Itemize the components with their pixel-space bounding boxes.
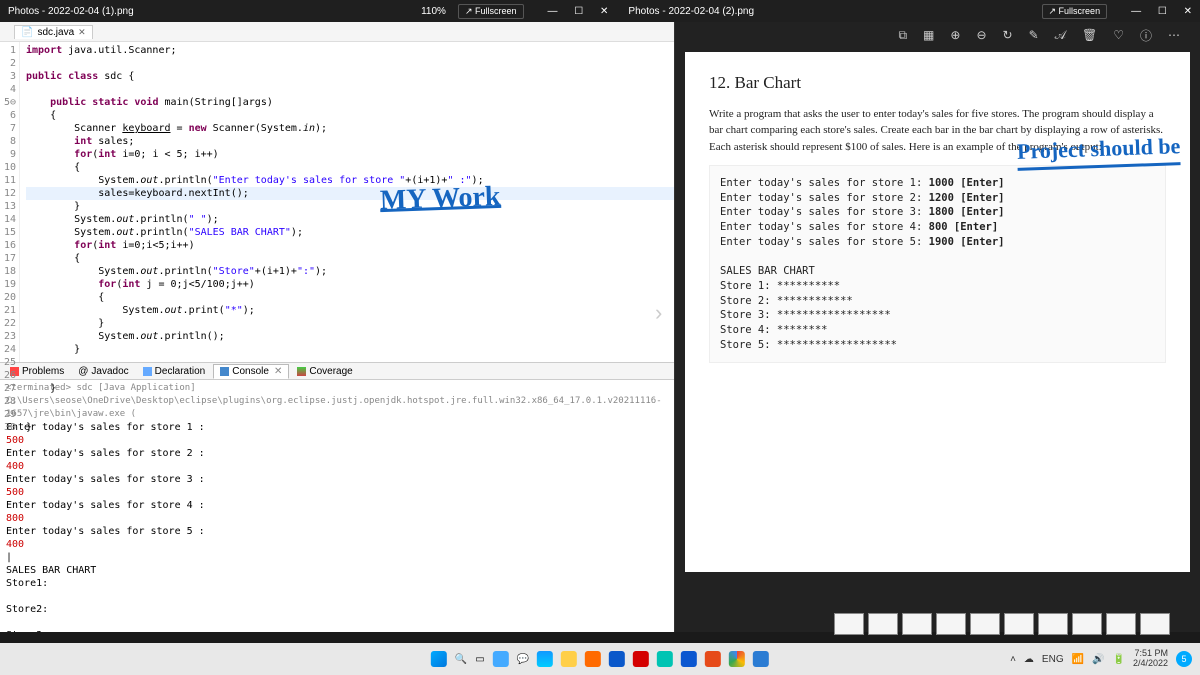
window-controls-right: — ☐ ✕ <box>1117 6 1192 17</box>
compare-icon[interactable]: ⧉ <box>898 28 907 43</box>
taskbar-center: 🔍 ▭ 💬 <box>431 651 769 667</box>
draw-icon[interactable]: 𝒜 <box>1055 28 1066 43</box>
minimize-icon[interactable]: — <box>1131 6 1141 17</box>
minimize-icon[interactable]: — <box>548 6 558 17</box>
app-icon[interactable] <box>657 651 673 667</box>
app-icon[interactable] <box>681 651 697 667</box>
photos-right-pane: ⧉ ▦ ⊕ ⊖ ↻ ✎ 𝒜 🗑 ♡ ⓘ ⋯ 12. Bar Chart Writ… <box>675 22 1200 632</box>
maximize-icon[interactable]: ☐ <box>574 6 583 17</box>
chevron-up-icon[interactable]: ˄ <box>1010 654 1016 665</box>
system-tray: ˄ ☁ ENG 📶 🔊 🔋 7:51 PM 2/4/2022 5 <box>1010 649 1192 669</box>
thumbnail[interactable] <box>1072 613 1102 635</box>
thumbnail[interactable] <box>868 613 898 635</box>
notification-badge[interactable]: 5 <box>1176 651 1192 667</box>
left-window-title: Photos - 2022-02-04 (1).png <box>8 6 134 17</box>
taskview-icon[interactable]: ▭ <box>475 654 484 665</box>
battery-icon[interactable]: 🔋 <box>1113 654 1125 665</box>
thumbnail[interactable] <box>1106 613 1136 635</box>
office-icon[interactable] <box>705 651 721 667</box>
code-area[interactable]: 12345⊖6789101112131415161718192021222324… <box>0 42 674 362</box>
filmstrip <box>834 613 1170 635</box>
explorer-icon[interactable] <box>561 651 577 667</box>
zoom-in-icon[interactable]: ⊕ <box>950 28 960 42</box>
thumbnail[interactable] <box>902 613 932 635</box>
editor-tabbar: 📄 sdc.java ✕ <box>0 22 674 42</box>
photos-toolbar: ⧉ ▦ ⊕ ⊖ ↻ ✎ 𝒜 🗑 ♡ ⓘ ⋯ <box>675 22 1200 48</box>
onedrive-icon[interactable]: ☁ <box>1024 654 1034 665</box>
wifi-icon[interactable]: 📶 <box>1072 654 1084 665</box>
thumbnail[interactable] <box>1038 613 1068 635</box>
chrome-icon[interactable] <box>729 651 745 667</box>
source-code[interactable]: import java.util.Scanner; public class s… <box>20 42 674 362</box>
fullscreen-button[interactable]: ↗ Fullscreen <box>458 4 524 19</box>
problem-heading: 12. Bar Chart <box>709 70 1166 96</box>
thumbnail[interactable] <box>1140 613 1170 635</box>
example-output-box: Enter today's sales for store 1: 1000 [E… <box>709 165 1166 363</box>
next-photo-arrow[interactable]: › <box>655 300 662 326</box>
search-icon[interactable]: 🔍 <box>455 654 467 665</box>
clock[interactable]: 7:51 PM 2/4/2022 <box>1133 649 1168 669</box>
info-icon[interactable]: ⓘ <box>1140 27 1152 44</box>
handwriting-project: Project should be <box>1016 129 1181 171</box>
lang-indicator[interactable]: ENG <box>1042 654 1064 665</box>
java-file-icon: 📄 <box>21 27 33 38</box>
photos-icon[interactable] <box>753 651 769 667</box>
thumbnail[interactable] <box>936 613 966 635</box>
maximize-icon[interactable]: ☐ <box>1158 6 1167 17</box>
left-titlebar: Photos - 2022-02-04 (1).png 110% ↗ Fulls… <box>0 0 1200 22</box>
rotate-icon[interactable]: ↻ <box>1003 28 1013 42</box>
start-icon[interactable] <box>431 651 447 667</box>
window-controls: — ☐ ✕ <box>534 6 609 17</box>
windows-taskbar: 🔍 ▭ 💬 ˄ ☁ ENG 📶 🔊 🔋 7:51 PM 2/4/2022 5 <box>0 643 1200 675</box>
zoom-out-icon[interactable]: ⊖ <box>976 28 986 42</box>
fullscreen-button-right[interactable]: ↗ Fullscreen <box>1042 4 1108 19</box>
more-icon[interactable]: ⋯ <box>1168 28 1180 42</box>
volume-icon[interactable]: 🔊 <box>1092 654 1104 665</box>
widgets-icon[interactable] <box>493 651 509 667</box>
line-gutter: 12345⊖6789101112131415161718192021222324… <box>0 42 20 362</box>
favorite-icon[interactable]: ♡ <box>1113 28 1124 42</box>
mail-icon[interactable] <box>609 651 625 667</box>
right-window-title: Photos - 2022-02-04 (2).png <box>628 6 754 17</box>
zoom-level[interactable]: 110% <box>421 6 446 17</box>
eclipse-editor-pane: 📄 sdc.java ✕ 12345⊖678910111213141516171… <box>0 22 675 632</box>
thumbnail[interactable] <box>834 613 864 635</box>
slideshow-icon[interactable]: ▦ <box>923 28 934 42</box>
textbook-page: 12. Bar Chart Write a program that asks … <box>685 52 1190 572</box>
close-icon[interactable]: ✕ <box>1184 6 1192 17</box>
tab-label: sdc.java <box>37 27 74 38</box>
edge-icon[interactable] <box>537 651 553 667</box>
delete-icon[interactable]: 🗑 <box>1082 28 1097 42</box>
thumbnail[interactable] <box>1004 613 1034 635</box>
store-icon[interactable] <box>585 651 601 667</box>
close-icon[interactable]: ✕ <box>600 6 608 17</box>
thumbnail[interactable] <box>970 613 1000 635</box>
mcafee-icon[interactable] <box>633 651 649 667</box>
tab-close-icon[interactable]: ✕ <box>78 27 86 38</box>
chat-icon[interactable]: 💬 <box>517 654 529 665</box>
edit-icon[interactable]: ✎ <box>1029 28 1039 42</box>
editor-tab-sdc[interactable]: 📄 sdc.java ✕ <box>14 25 93 39</box>
handwriting-mywork: MY Work <box>380 190 501 212</box>
